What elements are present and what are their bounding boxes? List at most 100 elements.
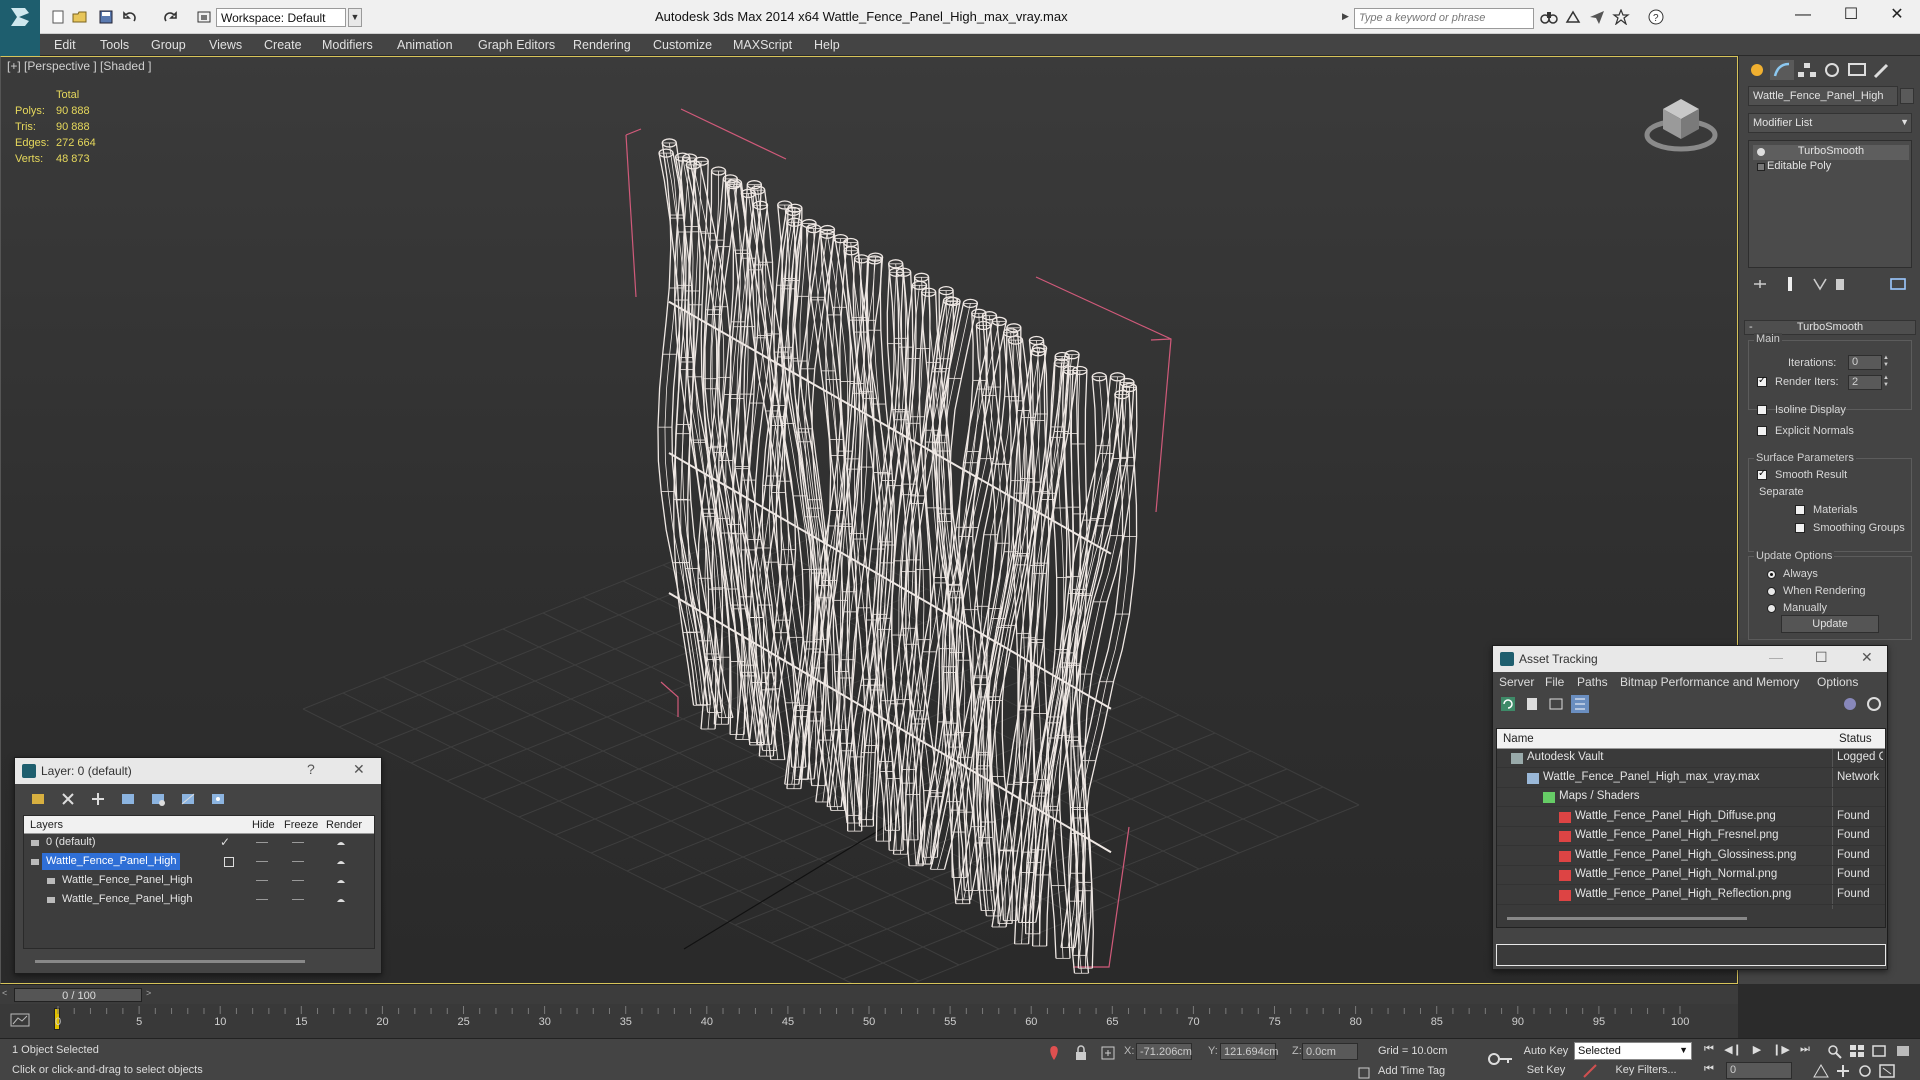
layer-close-button[interactable]: ✕ [353,761,365,778]
menu-group[interactable]: Group [151,38,186,52]
curve-editor-icon[interactable] [10,1012,30,1028]
explicit-normals-checkbox[interactable] [1757,426,1767,436]
viewport-label[interactable]: [+] [Perspective ] [Shaded ] [7,59,151,73]
create-tab-icon[interactable] [1745,60,1769,80]
asset-menu-paths[interactable]: Paths [1577,675,1608,689]
add-time-tag[interactable]: Add Time Tag [1378,1065,1445,1077]
iterations-spinner[interactable]: 0 [1848,355,1882,370]
menu-create[interactable]: Create [264,38,302,52]
add-to-layer-icon[interactable] [89,790,107,808]
col-hide[interactable]: Hide [252,819,275,831]
new-layer-icon[interactable] [29,790,47,808]
asset-menu-options[interactable]: Options [1817,675,1858,689]
modify-tab-icon[interactable] [1770,60,1794,80]
col-freeze[interactable]: Freeze [284,819,318,831]
modifier-list-dropdown[interactable]: Modifier List ▼ [1748,113,1912,133]
workspace-dropdown-caret-icon[interactable]: ▼ [348,8,362,27]
pan-view-icon[interactable] [1834,1063,1852,1079]
isolate-selection-icon[interactable] [1045,1045,1063,1061]
search-expand-icon[interactable]: ▶ [1342,11,1349,22]
hide-toggle[interactable] [256,899,268,900]
utilities-tab-icon[interactable] [1870,60,1894,80]
undo-icon[interactable] [122,9,138,25]
bulb-icon[interactable] [1757,148,1765,156]
key-mode-toggle-icon[interactable]: ⏮ [1700,1063,1718,1079]
object-color-swatch[interactable] [1900,88,1914,104]
menu-animation[interactable]: Animation [397,38,453,52]
asset-close-button[interactable]: ✕ [1861,649,1873,666]
asset-maximize-button[interactable]: ☐ [1815,649,1828,666]
asset-row[interactable]: Maps / Shaders [1497,788,1885,807]
set-key-mode-icon[interactable] [1486,1051,1514,1067]
field-of-view-icon[interactable] [1812,1063,1830,1079]
display-tab-icon[interactable] [1845,60,1869,80]
key-filters-button[interactable]: Key Filters... [1604,1062,1688,1079]
col-name[interactable]: Name [1503,733,1534,745]
workspace-dropdown[interactable]: Workspace: Default [216,8,346,27]
track-bar[interactable]: 0 5 10 15 20 25 30 35 40 45 50 55 60 65 70 75 80 85 90 95 10… [0,1004,1738,1038]
freeze-all-layers-icon[interactable] [209,790,227,808]
subscription-icon[interactable] [1564,9,1582,25]
asset-row[interactable]: Wattle_Fence_Panel_High_Diffuse.png Found [1497,808,1885,827]
binoculars-icon[interactable] [1540,9,1558,25]
select-objects-in-layer-icon[interactable] [119,790,137,808]
render-teapot-icon[interactable] [336,895,346,905]
asset-menu-bitmap-performance[interactable]: Bitmap Performance and Memory [1620,675,1799,689]
menu-rendering[interactable]: Rendering [573,38,631,52]
freeze-toggle[interactable] [292,880,304,881]
hierarchy-tab-icon[interactable] [1795,60,1819,80]
time-slider[interactable]: < 0 / 100 > [0,984,1738,1004]
z-coordinate-field[interactable]: 0.0cm [1302,1043,1358,1060]
smooth-result-checkbox[interactable] [1757,468,1767,480]
expand-icon[interactable] [1757,163,1765,171]
freeze-toggle[interactable] [292,899,304,900]
menu-maxscript[interactable]: MAXScript [733,38,792,52]
new-file-icon[interactable] [50,9,66,25]
refresh-icon[interactable] [1499,695,1517,713]
current-frame-field[interactable]: 0 [1726,1062,1792,1079]
menu-customize[interactable]: Customize [653,38,712,52]
hide-all-layers-icon[interactable] [179,790,197,808]
col-render[interactable]: Render [326,819,362,831]
close-button[interactable]: ✕ [1874,0,1920,30]
play-icon[interactable]: ▶ [1748,1043,1766,1059]
configure-sets-icon[interactable] [1890,276,1906,292]
materials-checkbox[interactable] [1795,505,1805,515]
col-layers[interactable]: Layers [30,819,63,831]
time-tag-icon[interactable] [1356,1065,1374,1080]
asset-path-field[interactable] [1496,944,1886,966]
col-status[interactable]: Status [1839,733,1872,745]
table-view-icon[interactable] [1547,695,1565,713]
set-current-layer-box[interactable] [224,857,234,867]
grid-view-icon[interactable] [1571,695,1589,713]
isoline-display-checkbox[interactable] [1757,405,1767,415]
layer-window-titlebar[interactable]: Layer: 0 (default) ? ✕ [15,758,381,784]
asset-help-icon[interactable] [1841,695,1859,713]
object-name-field[interactable]: Wattle_Fence_Panel_High [1748,86,1898,106]
open-file-icon[interactable] [72,9,88,25]
menu-tools[interactable]: Tools [100,38,129,52]
layer-row[interactable]: Wattle_Fence_Panel_High [24,872,374,891]
render-teapot-icon[interactable] [336,838,346,848]
layer-name[interactable]: 0 (default) [42,834,100,851]
zoom-icon[interactable] [1826,1043,1844,1059]
layer-row[interactable]: 0 (default) ✓ [24,834,374,853]
layer-name[interactable]: Wattle_Fence_Panel_High [58,872,196,889]
update-always-radio[interactable] [1767,570,1776,579]
render-iters-spinner[interactable]: 2 [1848,375,1882,390]
layer-name[interactable]: Wattle_Fence_Panel_High [42,853,181,870]
asset-menu-server[interactable]: Server [1499,675,1534,689]
app-menu-button[interactable] [0,0,40,34]
viewcube-icon[interactable] [1641,87,1721,157]
freeze-toggle[interactable] [292,861,304,862]
render-teapot-icon[interactable] [336,876,346,886]
layer-row[interactable]: Wattle_Fence_Panel_High [24,853,374,872]
menu-modifiers[interactable]: Modifiers [322,38,373,52]
search-input[interactable]: Type a keyword or phrase [1354,8,1534,29]
asset-row[interactable]: Autodesk Vault Logged O [1497,749,1885,768]
hide-toggle[interactable] [256,842,268,843]
go-to-end-icon[interactable]: ⏭ [1796,1043,1814,1059]
active-layer-check-icon[interactable]: ✓ [220,835,230,849]
asset-minimize-button[interactable]: — [1769,649,1783,665]
key-selection-dropdown[interactable]: Selected ▼ [1574,1042,1692,1060]
